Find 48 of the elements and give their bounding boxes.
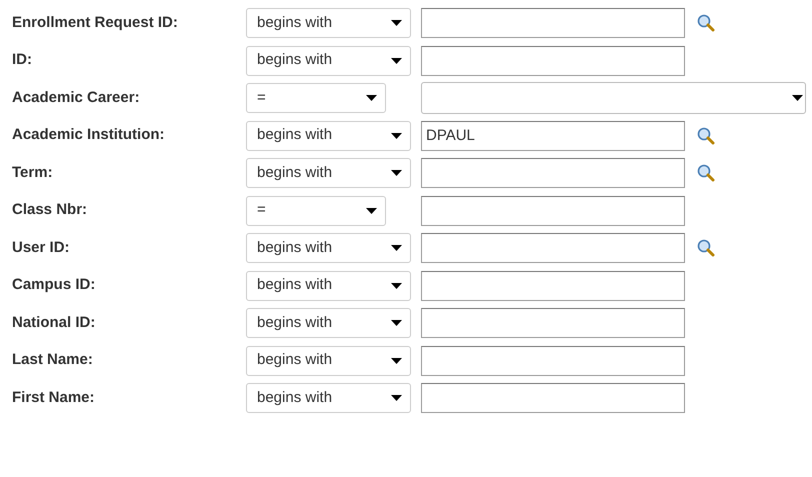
field-label: Academic Institution:	[11, 125, 166, 146]
operator-dropdown[interactable]: =	[246, 83, 386, 113]
caret-icon	[391, 132, 402, 138]
search-icon[interactable]	[697, 164, 715, 182]
field-label: First Name:	[11, 388, 96, 408]
input-field[interactable]	[421, 46, 685, 76]
field-label: Term:	[11, 162, 54, 183]
input-field[interactable]	[421, 158, 685, 188]
input-field[interactable]	[421, 383, 685, 413]
field-label: Class Nbr:	[11, 200, 88, 220]
search-icon[interactable]	[697, 239, 715, 257]
caret-icon	[391, 282, 402, 288]
caret-icon	[391, 20, 402, 26]
input-field[interactable]	[421, 196, 685, 226]
operator-dropdown[interactable]: begins with	[246, 46, 411, 76]
input-field[interactable]	[421, 346, 685, 376]
input-field[interactable]	[421, 270, 685, 300]
operator-dropdown[interactable]: begins with	[246, 308, 411, 338]
field-label: Last Name:	[11, 350, 94, 370]
caret-icon	[391, 320, 402, 326]
operator-dropdown[interactable]: begins with	[246, 346, 411, 376]
caret-icon	[391, 58, 402, 64]
search-icon[interactable]	[697, 14, 715, 32]
caret-icon	[391, 395, 402, 401]
field-label: User ID:	[11, 238, 71, 258]
search-icon[interactable]	[697, 126, 715, 144]
field-label: ID:	[11, 50, 33, 70]
field-label: Campus ID:	[11, 275, 96, 296]
operator-dropdown[interactable]: begins with	[246, 270, 411, 300]
input-field[interactable]: DPAUL	[421, 120, 685, 150]
operator-dropdown[interactable]: begins with	[246, 158, 411, 188]
input-field[interactable]	[421, 308, 685, 338]
caret-icon	[391, 245, 402, 251]
caret-icon	[366, 95, 377, 101]
caret-icon	[366, 208, 377, 214]
field-label: National ID:	[11, 312, 96, 333]
input-field[interactable]	[421, 233, 685, 263]
caret-icon	[391, 358, 402, 364]
caret-icon	[792, 95, 803, 101]
input-field[interactable]	[421, 8, 685, 38]
field-label: Academic Career:	[11, 88, 141, 108]
operator-dropdown[interactable]: begins with	[246, 8, 411, 38]
operator-dropdown[interactable]: begins with	[246, 233, 411, 263]
operator-dropdown[interactable]: =	[246, 196, 386, 226]
operator-dropdown[interactable]: begins with	[246, 120, 411, 150]
field-label: Enrollment Request ID:	[11, 12, 179, 33]
caret-icon	[391, 170, 402, 176]
operator-dropdown[interactable]: begins with	[246, 383, 411, 413]
